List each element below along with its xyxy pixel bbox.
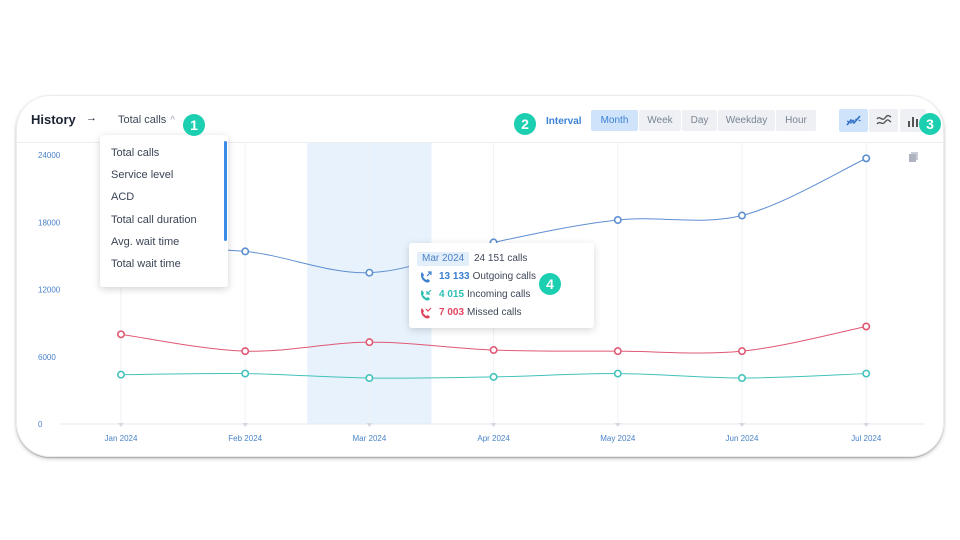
dropdown-item-total-calls[interactable]: Total calls [100,142,228,164]
y-tick-label: 6000 [38,353,56,362]
copy-icon[interactable] [908,151,920,163]
tooltip-total: 24 151 calls [474,253,528,264]
annotation-badge-1: 1 [183,114,205,136]
metric-dropdown: Total calls Service level ACD Total call… [100,135,228,287]
x-tick-marker [614,423,621,427]
data-point [862,154,871,163]
y-tick-label: 0 [38,420,43,429]
data-point [613,369,622,378]
data-point [117,330,126,339]
dropdown-scrollbar[interactable] [224,141,227,241]
y-tick-label: 24000 [38,151,61,160]
missed-call-icon [420,307,432,319]
tooltip-incoming-label: Incoming calls [467,289,531,300]
x-tick-marker [863,423,870,427]
dropdown-item-acd[interactable]: ACD [100,186,228,208]
tooltip-row-missed: 7 003 Missed calls [419,307,522,319]
data-point [365,268,374,277]
dropdown-item-service-level[interactable]: Service level [100,164,228,186]
annotation-badge-4: 4 [539,273,561,295]
x-tick-label: May 2024 [600,434,636,443]
x-tick-label: Jun 2024 [726,434,759,443]
tooltip-outgoing-label: Outgoing calls [472,271,536,282]
tooltip-outgoing-value: 13 133 [439,271,470,282]
data-point [241,247,250,256]
data-point [862,322,871,331]
x-tick-label: Feb 2024 [228,434,262,443]
data-point [365,374,374,383]
x-tick-label: Jan 2024 [105,434,138,443]
data-point [489,372,498,381]
x-tick-marker [366,423,373,427]
data-point [613,347,622,356]
annotation-badge-3: 3 [919,113,941,135]
incoming-call-icon [420,289,432,301]
x-tick-marker [490,423,497,427]
data-point [737,211,746,220]
data-point [737,347,746,356]
data-point [241,347,250,356]
dropdown-item-total-wait-time[interactable]: Total wait time [100,253,228,275]
data-point [241,369,250,378]
outgoing-call-icon [420,271,432,283]
tooltip-row-incoming: 4 015 Incoming calls [419,289,531,301]
x-tick-marker [739,423,745,427]
x-tick-label: Jul 2024 [851,434,882,443]
y-tick-label: 12000 [38,286,61,295]
data-point [862,369,871,378]
data-point [489,346,498,355]
data-point [117,370,126,379]
tooltip-missed-value: 7 003 [439,307,465,318]
data-point [365,338,374,347]
dropdown-item-avg-wait-time[interactable]: Avg. wait time [100,231,228,253]
tooltip-missed-label: Missed calls [467,307,522,318]
tooltip-incoming-value: 4 015 [439,289,465,300]
tooltip-date: Mar 2024 [417,252,470,266]
tooltip-row-outgoing: 13 133 Outgoing calls [419,271,536,283]
y-tick-label: 18000 [38,218,61,227]
dropdown-item-total-call-duration[interactable]: Total call duration [100,209,228,231]
data-point [737,374,746,383]
data-point [613,216,622,225]
annotation-badge-2: 2 [514,113,536,135]
x-tick-label: Mar 2024 [353,434,387,443]
x-tick-marker [118,423,124,427]
chart-tooltip: Mar 2024 24 151 calls 13 133 Outgoing cal… [409,243,594,328]
x-tick-marker [242,423,249,427]
x-tick-label: Apr 2024 [477,434,510,443]
